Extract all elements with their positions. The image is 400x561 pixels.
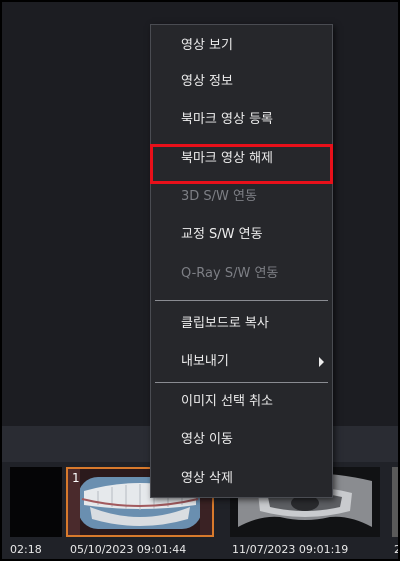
- thumbnail-timestamp: 05/10/2023 09:01:44: [70, 543, 187, 556]
- thumbnail-3-partial[interactable]: [392, 467, 398, 537]
- context-menu: 영상 보기 영상 정보 북마크 영상 등록 북마크 영상 해제 3D S/W 연…: [150, 24, 333, 498]
- submenu-arrow-icon: [319, 357, 324, 367]
- thumbnail-timestamp: 02:18: [10, 543, 42, 556]
- menu-item-3d-sw-link: 3D S/W 연동: [181, 189, 257, 204]
- thumbnail-timestamp: 2: [394, 543, 398, 556]
- menu-item-export[interactable]: 내보내기: [151, 347, 332, 377]
- thumbnail-0[interactable]: [10, 467, 62, 537]
- application-frame: 1 02:18 05/10/2023 09:01:44 11/07/2023 0…: [0, 0, 400, 561]
- menu-item-image-info[interactable]: 영상 정보: [151, 67, 332, 97]
- menu-item-qray-sw-link: Q-Ray S/W 연동: [181, 266, 279, 281]
- menu-item-delete-image[interactable]: 영상 삭제: [151, 464, 332, 494]
- highlight-annotation-box: [150, 144, 333, 184]
- menu-item-deselect-image[interactable]: 이미지 선택 취소: [151, 387, 332, 417]
- menu-item-move-image[interactable]: 영상 이동: [151, 425, 332, 455]
- menu-item-ortho-sw-link[interactable]: 교정 S/W 연동: [151, 220, 332, 250]
- menu-separator: [155, 382, 328, 383]
- menu-item-copy-clipboard[interactable]: 클립보드로 복사: [151, 309, 332, 339]
- thumbnail-timestamp: 11/07/2023 09:01:19: [232, 543, 349, 556]
- menu-item-export-label: 내보내기: [181, 354, 229, 369]
- thumbnail-badge: 1: [72, 471, 80, 485]
- menu-item-view-image[interactable]: 영상 보기: [151, 31, 332, 61]
- menu-item-add-bookmark[interactable]: 북마크 영상 등록: [151, 105, 332, 135]
- menu-separator: [155, 300, 328, 301]
